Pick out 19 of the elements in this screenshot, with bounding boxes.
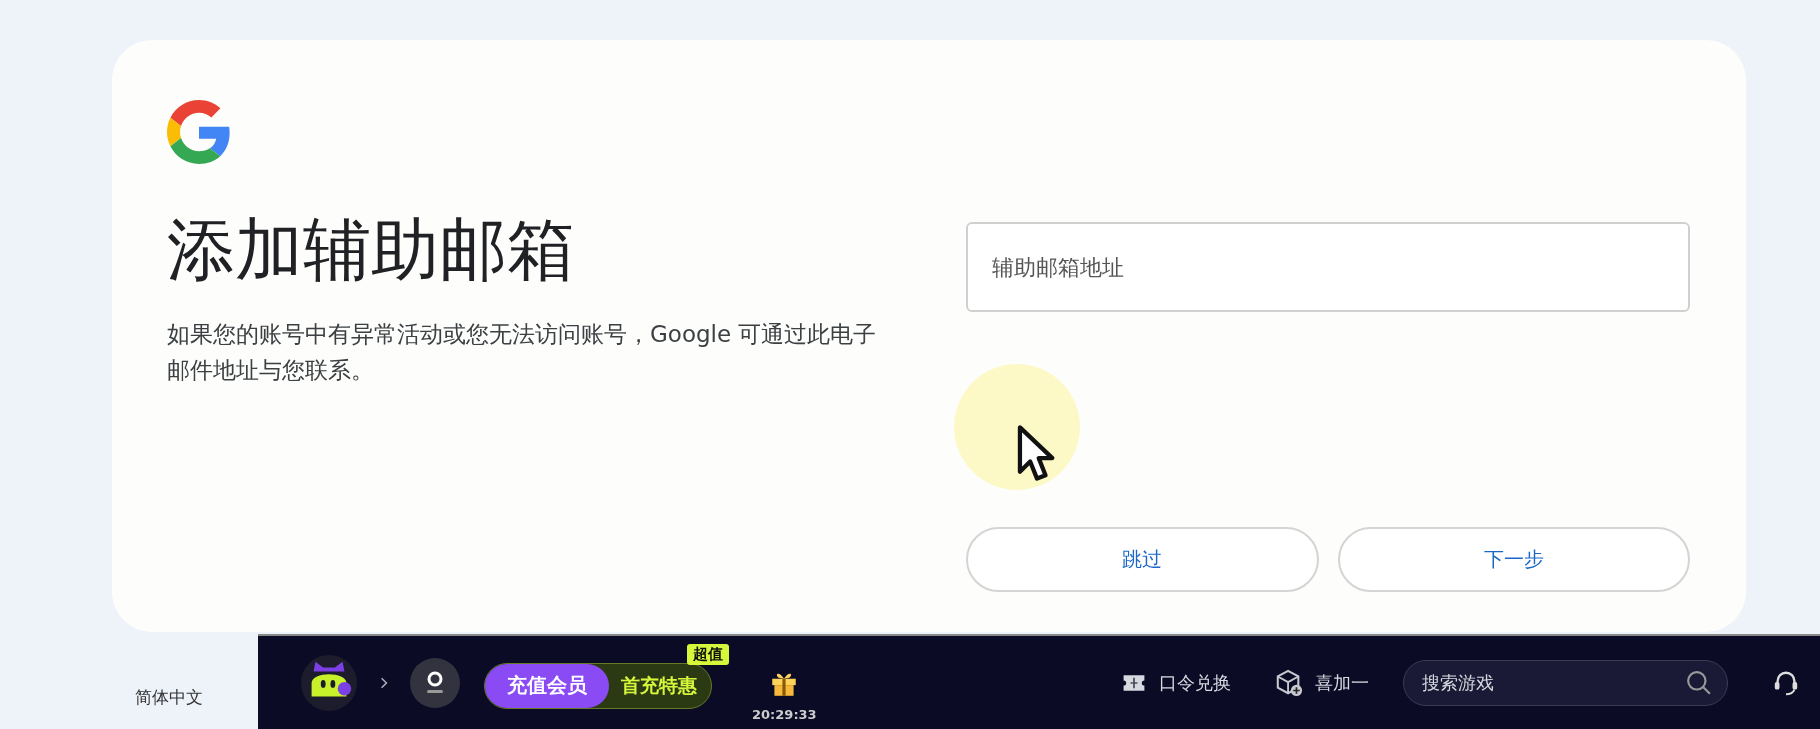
recharge-member-button[interactable]: 充值会员 — [485, 663, 609, 708]
timer-text: 20:29:33 — [752, 707, 817, 722]
page-title: 添加辅助邮箱 — [167, 209, 576, 291]
search-field[interactable]: 搜索游戏 — [1403, 659, 1728, 706]
user-icon[interactable] — [410, 657, 460, 708]
language-selector[interactable]: 简体中文 — [0, 634, 258, 729]
value-badge: 超值 — [687, 643, 729, 665]
first-recharge-offer-button[interactable]: 首充特惠 — [609, 663, 711, 708]
action-button[interactable]: 跳过 — [966, 527, 1319, 592]
google-logo-icon — [167, 100, 231, 164]
link-text[interactable]: 口令兑换 — [1159, 670, 1231, 695]
action-button[interactable]: 下一步 — [1337, 527, 1690, 592]
link-text[interactable]: 喜加一 — [1315, 670, 1369, 695]
search-icon[interactable] — [1686, 669, 1712, 696]
email-input-field[interactable]: 辅助邮箱地址 — [966, 222, 1690, 312]
chevron-right-icon[interactable] — [380, 676, 388, 689]
mascot-avatar-icon[interactable] — [300, 653, 358, 712]
description-text: 如果您的账号中有异常活动或您无法访问账号，Google 可通过此电子邮件地址与您联系。 — [167, 320, 878, 385]
cube-plus-icon[interactable] — [1275, 668, 1303, 697]
